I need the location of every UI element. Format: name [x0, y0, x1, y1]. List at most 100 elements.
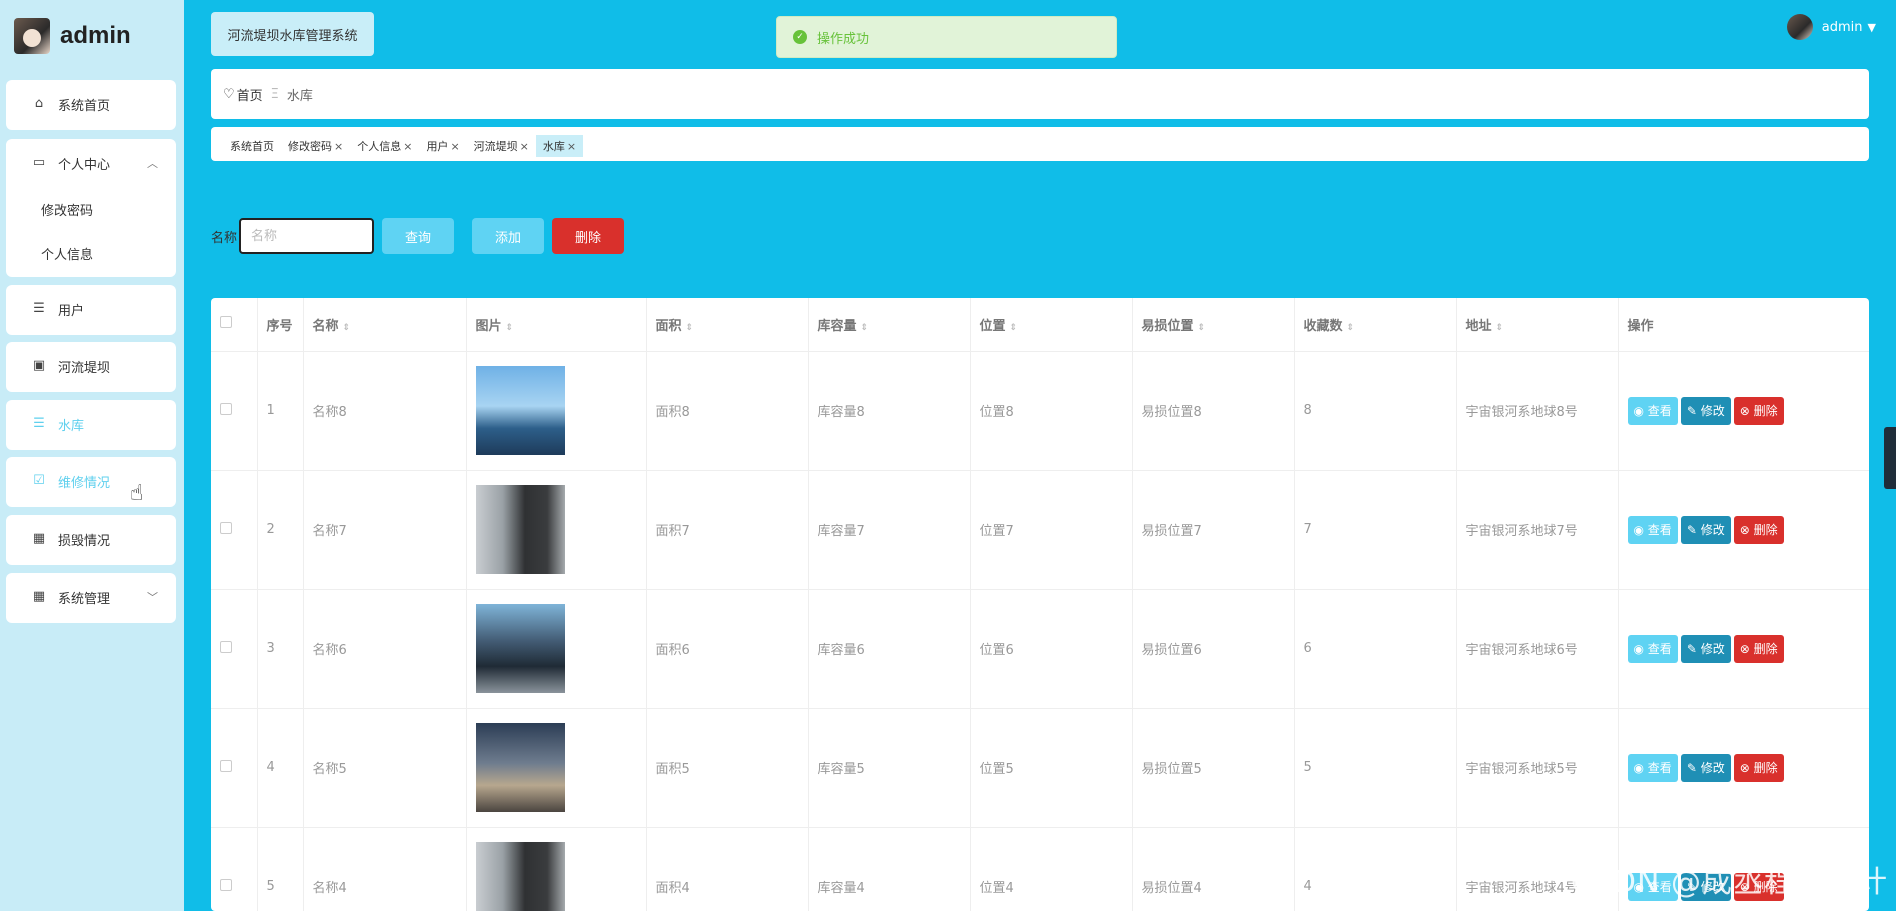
sidebar-item-personal-center[interactable]: ▭ 个人中心 ︿	[6, 139, 176, 187]
sidebar-item-river-dam[interactable]: ▣ 河流堤坝	[6, 342, 176, 390]
menu-card-reservoir[interactable]: ☰ 水库	[6, 400, 176, 450]
close-circle-icon: ⊗	[1739, 760, 1754, 775]
tag-home[interactable]: 系统首页	[223, 135, 281, 157]
close-icon[interactable]: ×	[450, 140, 459, 153]
view-button[interactable]: ◉ 查看	[1627, 753, 1678, 782]
sidebar-item-users[interactable]: ☰ 用户	[6, 285, 176, 333]
column-header[interactable]: 面积 ⇕	[646, 298, 809, 352]
edit-button[interactable]: ✎ 修改	[1680, 753, 1731, 782]
column-label: 地址	[1465, 318, 1492, 334]
edit-button[interactable]: ✎ 修改	[1680, 515, 1731, 544]
column-header[interactable]: 收藏数 ⇕	[1294, 298, 1457, 352]
name-search-input[interactable]	[239, 218, 375, 254]
area-cell: 面积5	[646, 708, 809, 828]
reservoir-image[interactable]	[475, 485, 565, 574]
delete-row-button[interactable]: ⊗ 删除	[1733, 396, 1784, 425]
column-label: 面积	[655, 318, 682, 334]
button-label: 查看	[1647, 642, 1672, 656]
table-header-row: 序号 名称 ⇕ 图片 ⇕ 面积 ⇕ 库容量 ⇕ 位置 ⇕ 易损位置 ⇕ 收藏数 ⇕ 地址 ⇕ 操…	[211, 298, 1869, 352]
menu-card-maintenance[interactable]: ☑ 维修情况	[6, 457, 176, 507]
eye-icon: ◉	[1633, 403, 1648, 418]
sort-icon[interactable]: ⇕	[1198, 323, 1206, 333]
close-icon[interactable]: ×	[520, 140, 529, 153]
menu-card-river-dam[interactable]: ▣ 河流堤坝	[6, 342, 176, 392]
button-label: 查看	[1647, 404, 1672, 418]
menu-card-damage[interactable]: ▦ 损毁情况	[6, 515, 176, 565]
reservoir-image[interactable]	[475, 366, 565, 455]
sidebar-item-change-password[interactable]: 修改密码	[6, 187, 176, 231]
view-button[interactable]: ◉ 查看	[1627, 396, 1678, 425]
column-header[interactable]: 名称 ⇕	[303, 298, 467, 352]
column-header[interactable]: 位置 ⇕	[970, 298, 1133, 352]
sort-icon[interactable]: ⇕	[1010, 323, 1018, 333]
reservoir-image[interactable]	[475, 842, 565, 911]
edit-button[interactable]: ✎ 修改	[1680, 396, 1731, 425]
column-label: 位置	[979, 318, 1006, 334]
sidebar-item-home[interactable]: ⌂ 系统首页	[6, 80, 176, 128]
column-header[interactable]: 易损位置 ⇕	[1132, 298, 1295, 352]
delete-row-button[interactable]: ⊗ 删除	[1733, 753, 1784, 782]
reservoir-image[interactable]	[475, 604, 565, 693]
sort-icon[interactable]: ⇕	[686, 323, 694, 333]
delete-row-button[interactable]: ⊗ 删除	[1733, 634, 1784, 663]
delete-row-button[interactable]: ⊗ 删除	[1733, 515, 1784, 544]
column-header[interactable]: 地址 ⇕	[1456, 298, 1619, 352]
card-icon: ▭	[32, 155, 46, 170]
sidebar-item-label: 维修情况	[58, 475, 111, 491]
tag-reservoir[interactable]: 水库 ×	[535, 135, 584, 157]
reservoir-image[interactable]	[475, 723, 565, 812]
view-button[interactable]: ◉ 查看	[1627, 634, 1678, 663]
table-row: 2 名称7 面积7 库容量7 位置7 易损位置7 7 宇宙银河系地球7号 ◉ 查…	[211, 470, 1869, 590]
sidebar-item-label: 系统首页	[58, 98, 111, 114]
row-checkbox[interactable]	[220, 878, 232, 891]
row-checkbox[interactable]	[220, 759, 232, 772]
sort-icon[interactable]: ⇕	[506, 323, 514, 333]
row-checkbox[interactable]	[220, 402, 232, 415]
sidebar-item-reservoir[interactable]: ☰ 水库	[6, 400, 176, 448]
tag-users[interactable]: 用户 ×	[419, 135, 466, 157]
row-checkbox[interactable]	[220, 521, 232, 534]
sort-icon[interactable]: ⇕	[1347, 323, 1355, 333]
sort-icon[interactable]: ⇕	[1496, 323, 1504, 333]
address-cell: 宇宙银河系地球6号	[1456, 589, 1619, 709]
clipboard-icon: ▣	[32, 358, 46, 373]
capacity-cell: 库容量5	[808, 708, 971, 828]
menu-card-home[interactable]: ⌂ 系统首页	[6, 80, 176, 130]
vulnerable-cell: 易损位置6	[1132, 589, 1295, 709]
close-icon[interactable]: ×	[334, 140, 343, 153]
edit-button[interactable]: ✎ 修改	[1680, 634, 1731, 663]
favorites-cell: 7	[1294, 470, 1457, 590]
select-all-checkbox[interactable]	[220, 316, 232, 329]
hand-cursor-icon: ☝	[130, 481, 144, 506]
eye-icon: ◉	[1633, 641, 1648, 656]
sort-icon[interactable]: ⇕	[861, 323, 869, 333]
success-toast: ✓ 操作成功	[776, 16, 1117, 58]
add-button[interactable]: 添加	[472, 218, 545, 254]
button-label: 修改	[1700, 642, 1725, 656]
user-menu[interactable]: admin ▼	[1786, 14, 1876, 40]
tag-change-password[interactable]: 修改密码 ×	[281, 135, 350, 157]
close-icon[interactable]: ×	[567, 140, 576, 153]
close-icon[interactable]: ×	[403, 140, 412, 153]
sidebar-item-damage[interactable]: ▦ 损毁情况	[6, 515, 176, 563]
sidebar-item-system-management[interactable]: ▦ 系统管理 ﹀	[6, 573, 176, 621]
delete-button[interactable]: 删除	[552, 218, 625, 254]
menu-card-system[interactable]: ▦ 系统管理 ﹀	[6, 573, 176, 623]
tag-personal-info[interactable]: 个人信息 ×	[350, 135, 419, 157]
view-button[interactable]: ◉ 查看	[1627, 515, 1678, 544]
vulnerable-cell: 易损位置4	[1132, 827, 1295, 911]
column-header[interactable]: 图片 ⇕	[466, 298, 647, 352]
sidebar-item-maintenance[interactable]: ☑ 维修情况	[6, 457, 176, 505]
sidebar-item-personal-info[interactable]: 个人信息	[6, 231, 176, 275]
query-button[interactable]: 查询	[382, 218, 455, 254]
tag-river-dam[interactable]: 河流堤坝 ×	[467, 135, 536, 157]
side-drawer-handle[interactable]	[1884, 427, 1896, 489]
sort-icon[interactable]: ⇕	[343, 323, 351, 333]
button-label: 查看	[1647, 523, 1672, 537]
breadcrumb-home[interactable]: 首页	[237, 85, 263, 104]
row-checkbox[interactable]	[220, 640, 232, 653]
sidebar-item-label: 用户	[58, 303, 85, 319]
menu-card-users[interactable]: ☰ 用户	[6, 285, 176, 335]
column-header[interactable]: 库容量 ⇕	[808, 298, 971, 352]
image-cell	[466, 708, 647, 828]
